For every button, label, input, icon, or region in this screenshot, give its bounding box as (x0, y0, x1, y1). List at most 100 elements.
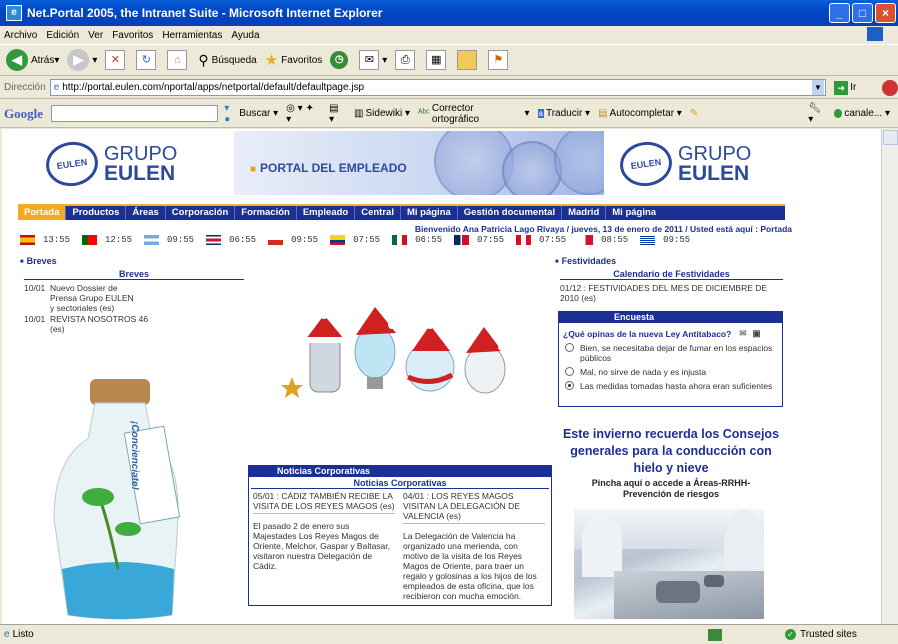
bulb-figure (464, 327, 506, 394)
clock-spain: 13:55 (20, 235, 70, 245)
menu-archivo[interactable]: Archivo (4, 30, 37, 41)
history-button[interactable]: ◷ (330, 51, 351, 69)
maximize-button[interactable]: □ (852, 3, 873, 23)
stop-button[interactable]: ✕ (105, 50, 128, 70)
google-options-button[interactable]: ◎ ▾ ✦ ▾ (286, 103, 321, 125)
nav-portada[interactable]: Portada (18, 206, 67, 220)
news-headline[interactable]: 04/01 : LOS REYES MAGOS VISITAN LA DELEG… (403, 491, 545, 524)
google-page-button[interactable]: ▤ ▾ (329, 103, 346, 125)
clock-uruguay: 09:55 (640, 235, 690, 245)
messenger-button[interactable]: ⚑ (488, 50, 511, 70)
clock-portugal: 12:55 (82, 235, 132, 245)
news-item[interactable]: 04/01 : LOS REYES MAGOS VISITAN LA DELEG… (399, 491, 549, 601)
mail-icon[interactable]: ✉ (739, 328, 746, 339)
forward-button[interactable]: ▶ ▾ (67, 49, 97, 71)
radio-button[interactable] (565, 367, 574, 376)
search-button[interactable]: ⚲ Búsqueda (198, 52, 256, 69)
nav-corporacion[interactable]: Corporación (166, 206, 236, 220)
festividades-title: Calendario de Festividades (560, 269, 783, 280)
clock-colombia: 07:55 (330, 235, 380, 245)
grupo-eulen-logo-right[interactable]: EULEN GRUPO EULEN (617, 135, 751, 193)
nav-formacion[interactable]: Formación (235, 206, 297, 220)
uruguay-flag-icon (640, 235, 656, 245)
vertical-scrollbar[interactable] (881, 129, 898, 624)
links-icon[interactable] (882, 79, 898, 96)
refresh-button[interactable]: ↻ (136, 50, 159, 70)
autofill-button[interactable]: ▤ Autocompletar ▾ (598, 108, 682, 119)
go-button[interactable]: ➜ Ir (834, 80, 856, 95)
nav-productos[interactable]: Productos (66, 206, 127, 220)
encuesta-option[interactable]: Las medidas tomadas hasta ahora eran suf… (565, 381, 782, 391)
menu-ayuda[interactable]: Ayuda (231, 30, 259, 41)
breves-section-title: Breves (20, 256, 57, 266)
list-item[interactable]: 10/01 Nuevo Dossier de Prensa Grupo EULE… (24, 283, 244, 313)
spellcheck-button[interactable]: ᴬᵇᶜ Corrector ortográfico ▾ (418, 103, 530, 125)
encuesta-box: Encuesta ¿Qué opinas de la nueva Ley Ant… (558, 311, 783, 407)
concienciate-bottle-illustration (53, 379, 181, 620)
favorites-button[interactable]: ★ Favoritos (265, 51, 323, 69)
address-input[interactable]: e http://portal.eulen.com/nportal/apps/n… (49, 79, 826, 96)
festividades-box: Calendario de Festividades 01/12 : FESTI… (560, 269, 783, 303)
minimize-button[interactable]: _ (829, 3, 850, 23)
home-button[interactable]: ⌂ (167, 50, 190, 70)
page-icon: e (53, 82, 60, 93)
google-search-input[interactable] (51, 105, 219, 122)
menu-favoritos[interactable]: Favoritos (112, 30, 153, 41)
address-dropdown-icon[interactable]: ▼ (811, 80, 825, 95)
window-titlebar[interactable]: e Net.Portal 2005, the Intranet Suite - … (0, 0, 898, 26)
security-zone[interactable]: ✓ Trusted sites (785, 629, 857, 640)
list-item[interactable]: 10/01 REVISTA NOSOTROS 46 (es) (24, 314, 244, 334)
consejos-heading[interactable]: Este invierno recuerda los Consejos gene… (562, 426, 780, 477)
pencil-icon[interactable]: ✎ (690, 108, 698, 119)
translate-icon: a (537, 109, 544, 118)
back-button[interactable]: ◀ Atrás ▾ (6, 49, 59, 71)
menu-herramientas[interactable]: Herramientas (162, 30, 222, 41)
radio-button[interactable] (565, 343, 574, 352)
menu-ver[interactable]: Ver (88, 30, 103, 41)
google-search-button[interactable]: ▾ ● Buscar ▾ (224, 103, 278, 125)
sidewiki-button[interactable]: ▥ Sidewiki ▾ (354, 108, 410, 119)
nav-central[interactable]: Central (355, 206, 401, 220)
list-item[interactable]: 01/12 : FESTIVIDADES DEL MES DE DICIEMBR… (560, 283, 783, 303)
folder-button[interactable] (457, 50, 480, 70)
nav-areas[interactable]: Áreas (126, 206, 166, 220)
radio-button-selected[interactable] (565, 381, 574, 390)
nav-madrid[interactable]: Madrid (562, 206, 607, 220)
profile-button[interactable]: 🔧︎ ▾ canale... ▾ (808, 103, 890, 125)
eulen-seal-icon: EULEN (617, 138, 675, 190)
eulen-seal-icon: EULEN (43, 138, 101, 190)
vote-icon[interactable]: ▣ (752, 328, 760, 339)
close-button[interactable]: × (875, 3, 896, 23)
mail-button[interactable]: ✉ ▾ (359, 50, 387, 70)
forward-arrow-icon: ▶ (67, 49, 90, 71)
main-nav: Portada Productos Áreas Corporación Form… (18, 204, 785, 220)
bulb-figure (405, 321, 455, 392)
ie-page-icon: e (4, 629, 10, 640)
grupo-eulen-logo-left[interactable]: EULEN GRUPO EULEN (43, 135, 177, 193)
consejos-link[interactable]: Pincha aquí o accede a Áreas-RRHH-Preven… (572, 478, 770, 500)
nav-gestion-documental[interactable]: Gestión documental (458, 206, 563, 220)
encuesta-option[interactable]: Mal, no sirve de nada y es injusta (565, 367, 782, 377)
nav-mi-pagina[interactable]: Mi página (401, 206, 458, 220)
festividades-section-title: Festividades (555, 256, 617, 266)
argentina-flag-icon (144, 235, 160, 245)
translate-button[interactable]: a Traducir ▾ (537, 108, 590, 119)
encuesta-header: Encuesta (559, 312, 782, 323)
clock-mexico: 06:55 (392, 235, 442, 245)
edit-button[interactable]: ▦ (426, 50, 449, 70)
clock-panama: 08:55 (578, 235, 628, 245)
nav-empleado[interactable]: Empleado (297, 206, 356, 220)
news-item[interactable]: 05/01 : CÁDIZ TAMBIÉN RECIBE LA VISITA D… (249, 491, 399, 601)
encuesta-option[interactable]: Bien, se necesitaba dejar de fumar en lo… (565, 343, 782, 363)
chile-flag-icon (268, 235, 284, 245)
ie-icon: e (6, 5, 22, 21)
bulb-figure (354, 307, 396, 389)
scroll-up-icon[interactable] (883, 130, 898, 145)
menu-edicion[interactable]: Edición (46, 30, 79, 41)
news-body: El pasado 2 de enero sus Majestades Los … (253, 521, 391, 571)
nav-mi-pagina-2[interactable]: Mi página (606, 206, 662, 220)
dominican-flag-icon (454, 235, 470, 245)
print-button[interactable]: ⎙ (395, 50, 418, 70)
news-headline[interactable]: 05/01 : CÁDIZ TAMBIÉN RECIBE LA VISITA D… (253, 491, 395, 514)
home-icon: ⌂ (167, 50, 188, 70)
